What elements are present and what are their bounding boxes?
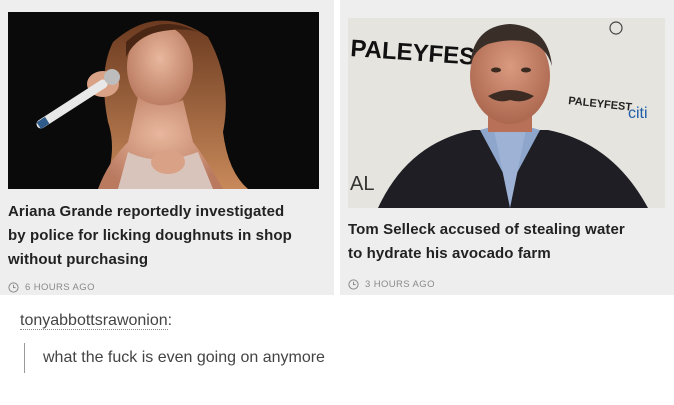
article-meta: 6 HOURS AGO [8, 282, 95, 293]
backdrop-partial: AL [350, 173, 374, 195]
man-at-paleyfest-photo: PALEYFEST PALEYFEST citi AL [348, 18, 665, 208]
article-photo[interactable]: PALEYFEST PALEYFEST citi AL [348, 18, 665, 208]
singer-with-microphone-photo [8, 12, 319, 189]
comment-text: what the fuck is even going on anymore [43, 349, 325, 366]
username-colon: : [167, 312, 173, 329]
headline-line[interactable]: to hydrate his avocado farm [348, 242, 668, 266]
article-headline[interactable]: Ariana Grande reportedly investigated by… [8, 200, 328, 272]
article-card-ariana[interactable]: Ariana Grande reportedly investigated by… [0, 0, 334, 295]
headline-line[interactable]: without purchasing [8, 248, 328, 272]
article-meta: 3 HOURS AGO [348, 279, 435, 290]
sponsor-logo: citi [628, 105, 648, 122]
timestamp: 3 HOURS AGO [365, 279, 435, 290]
headline-line[interactable]: Ariana Grande reportedly investigated [8, 200, 328, 224]
reblog-comment: what the fuck is even going on anymore [24, 343, 624, 373]
timestamp: 6 HOURS AGO [25, 282, 95, 293]
article-photo[interactable] [8, 12, 319, 189]
clock-icon [348, 279, 359, 290]
username-link[interactable]: tonyabbottsrawonion [20, 312, 168, 330]
article-headline[interactable]: Tom Selleck accused of stealing water to… [348, 218, 668, 266]
article-card-selleck[interactable]: PALEYFEST PALEYFEST citi AL Tom Selleck … [340, 0, 674, 295]
clock-icon [8, 282, 19, 293]
headline-line[interactable]: Tom Selleck accused of stealing water [348, 218, 668, 242]
reblog-attribution: tonyabbottsrawonion: [20, 312, 172, 330]
headline-line[interactable]: by police for licking doughnuts in shop [8, 224, 328, 248]
